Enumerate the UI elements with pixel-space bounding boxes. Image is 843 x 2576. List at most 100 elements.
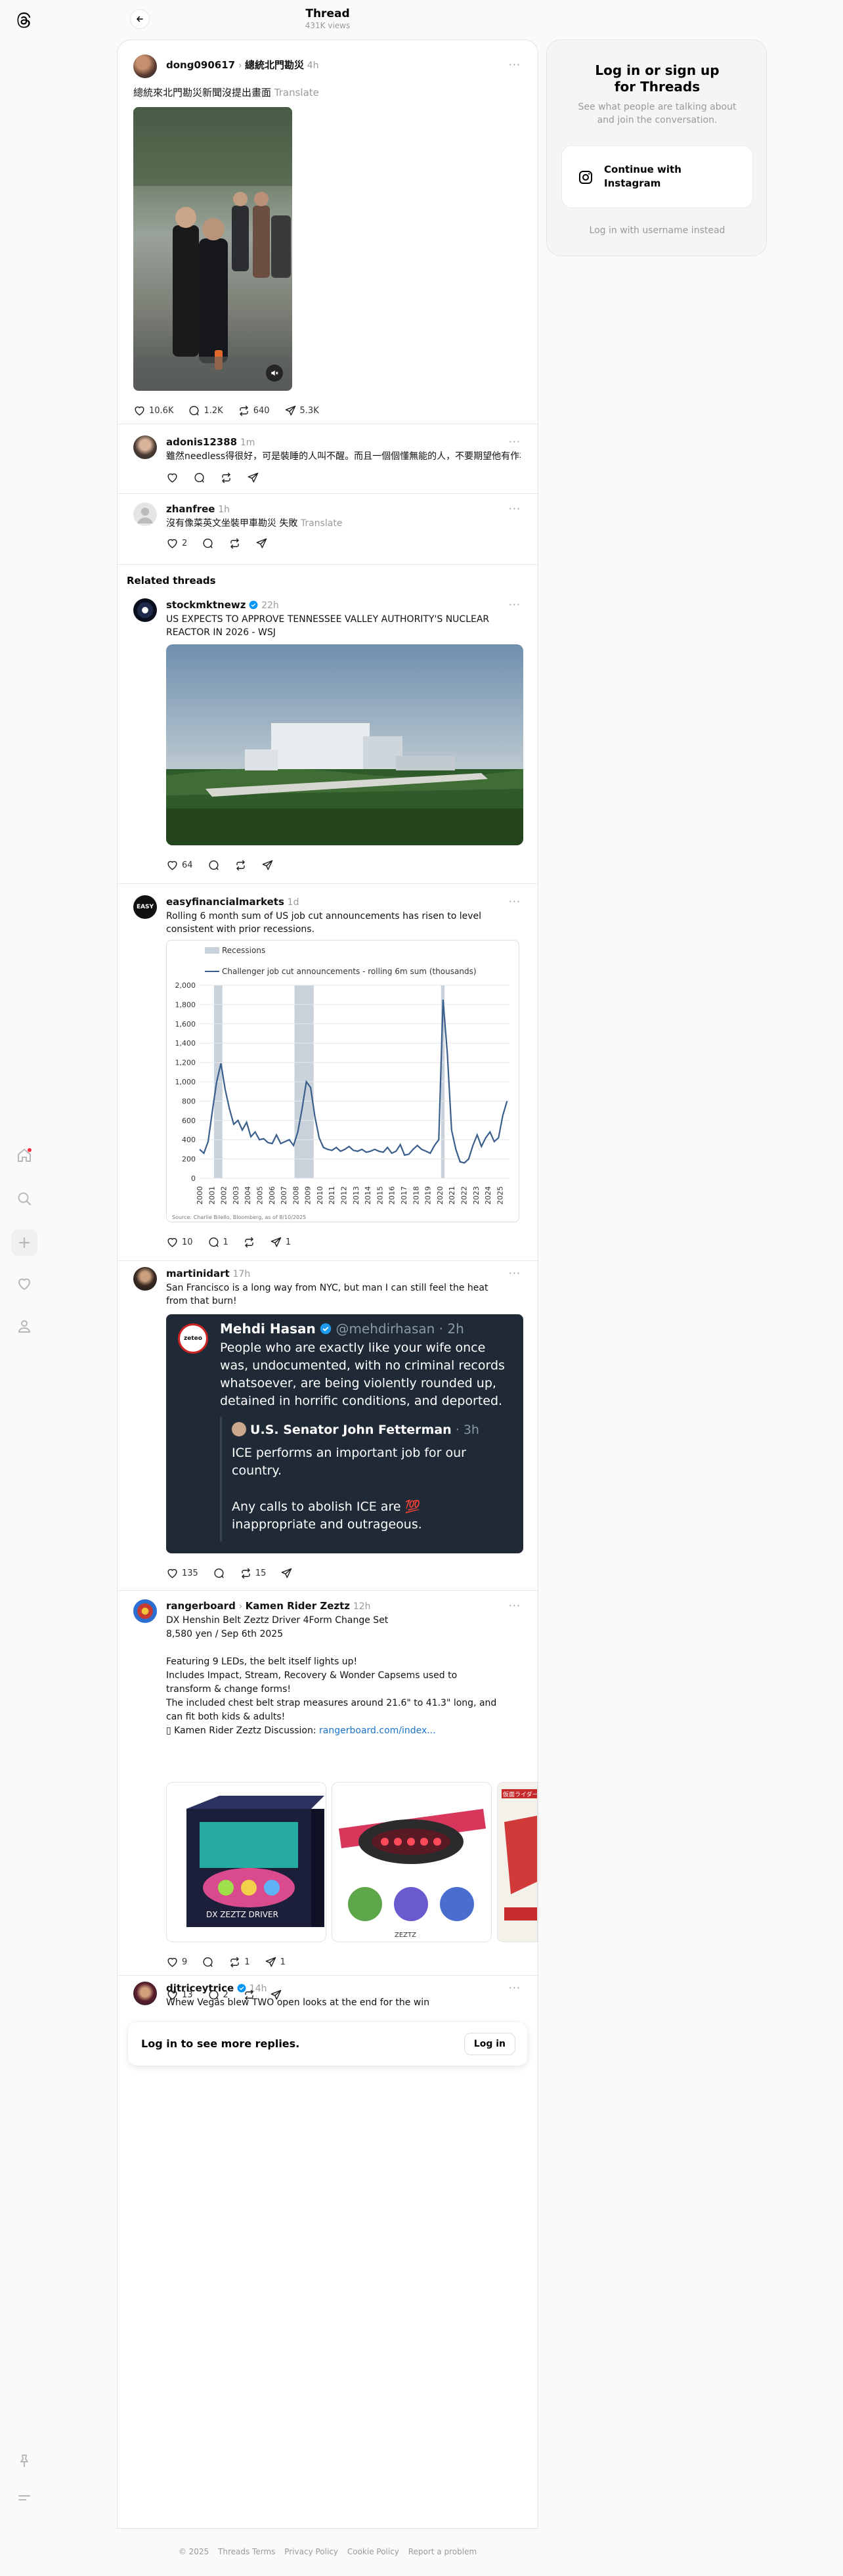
repost-button[interactable] (228, 537, 241, 550)
username[interactable]: stockmktnewz (166, 599, 246, 611)
threads-logo-icon[interactable] (13, 9, 35, 32)
post-text: DX Henshin Belt Zeztz Driver 4Form Chang… (166, 1615, 497, 1736)
topic-tag[interactable]: 總統北門勘災 (245, 59, 304, 71)
post-image[interactable] (166, 644, 523, 845)
comment-icon (209, 1989, 219, 2000)
avatar[interactable] (133, 1267, 157, 1291)
comment-icon (209, 1237, 219, 1247)
repost-button[interactable]: 640 (238, 405, 270, 417)
repost-button[interactable] (243, 1989, 255, 2001)
topic-tag[interactable]: Kamen Rider Zeztz (246, 1600, 350, 1612)
menu-icon[interactable] (13, 2487, 35, 2509)
more-options-icon[interactable]: ··· (509, 895, 521, 908)
repost-button[interactable] (243, 1236, 255, 1249)
continue-with-instagram-button[interactable]: Continue with Instagram (561, 145, 753, 208)
share-button[interactable]: 1 (270, 1236, 291, 1249)
reply-button[interactable] (213, 1567, 225, 1580)
reply-button[interactable] (207, 859, 220, 872)
post-video[interactable] (133, 107, 292, 391)
product-image[interactable]: DX ZEZTZ DRIVER (166, 1782, 326, 1942)
more-options-icon[interactable]: ··· (509, 598, 521, 611)
like-button[interactable]: 10 (166, 1236, 193, 1249)
product-image[interactable]: ZEZTZ (332, 1782, 492, 1942)
reply-button[interactable] (202, 1956, 214, 1968)
more-options-icon[interactable]: ··· (509, 58, 521, 71)
send-icon (282, 1568, 292, 1578)
heart-icon (167, 1237, 177, 1247)
mute-button[interactable] (266, 365, 283, 382)
footer-link-report[interactable]: Report a problem (408, 2547, 477, 2556)
username[interactable]: dong090617 (166, 59, 235, 71)
repost-icon (230, 1957, 240, 1967)
more-options-icon[interactable]: ··· (509, 435, 521, 448)
more-options-icon[interactable]: ··· (509, 1982, 521, 1994)
reply-button[interactable] (202, 537, 214, 550)
product-image[interactable]: 仮面ライダーゼッツ (497, 1782, 538, 1942)
more-options-icon[interactable]: ··· (509, 502, 521, 515)
username[interactable]: martinidart (166, 1268, 230, 1279)
username-login-link[interactable]: Log in with username instead (547, 225, 767, 236)
reply-button[interactable]: 1.2K (188, 405, 223, 417)
like-count: 13 (182, 1989, 193, 2000)
post-actions: 135 15 (166, 1565, 293, 1581)
translate-link[interactable]: Translate (274, 87, 319, 99)
embedded-tweet-image[interactable]: zeteo Mehdi Hasan @mehdirhasan · 2h Peop… (166, 1314, 523, 1553)
x-tick-label: 2002 (220, 1186, 228, 1205)
like-button[interactable]: 10.6K (133, 405, 173, 417)
share-button[interactable]: 5.3K (284, 405, 319, 417)
footer-link-terms[interactable]: Threads Terms (218, 2547, 275, 2556)
like-button[interactable]: 9 (166, 1956, 187, 1968)
home-icon[interactable] (13, 1144, 35, 1166)
share-button[interactable] (247, 472, 259, 484)
username[interactable]: adonis12388 (166, 436, 237, 448)
username[interactable]: zhanfree (166, 503, 215, 515)
like-button[interactable]: 64 (166, 859, 193, 872)
repost-button[interactable] (234, 859, 247, 872)
reply-button[interactable]: 2 (207, 1989, 228, 2001)
pin-icon[interactable] (13, 2450, 35, 2472)
share-button[interactable] (261, 859, 274, 872)
avatar[interactable] (133, 598, 157, 622)
login-button[interactable]: Log in (464, 2033, 515, 2055)
x-tick-label: 2012 (340, 1186, 349, 1205)
avatar[interactable] (133, 435, 157, 459)
activity-icon[interactable] (13, 1273, 35, 1295)
reply-button[interactable] (193, 472, 205, 484)
heart-icon (167, 860, 177, 870)
x-tick-label: 2015 (376, 1186, 384, 1205)
like-button[interactable]: 135 (166, 1567, 198, 1580)
share-button[interactable] (270, 1989, 282, 2001)
avatar[interactable] (133, 1982, 157, 2005)
share-button[interactable] (280, 1567, 293, 1580)
like-button[interactable]: 13 (166, 1989, 193, 2001)
y-tick-label: 1,000 (175, 1078, 196, 1086)
avatar[interactable]: EASY (133, 895, 157, 919)
send-icon (270, 1237, 282, 1247)
repost-button[interactable]: 1 (228, 1956, 250, 1968)
profile-icon[interactable] (13, 1315, 35, 1337)
like-button[interactable]: 2 (166, 537, 187, 550)
send-icon (256, 538, 267, 548)
repost-button[interactable]: 15 (240, 1567, 266, 1580)
search-icon[interactable] (13, 1188, 35, 1210)
create-icon[interactable] (11, 1230, 37, 1256)
like-button[interactable] (166, 472, 179, 484)
avatar[interactable] (133, 502, 157, 526)
discussion-link[interactable]: rangerboard.com/index... (319, 1725, 436, 1736)
avatar[interactable] (133, 1599, 157, 1623)
more-options-icon[interactable]: ··· (509, 1267, 521, 1279)
username[interactable]: rangerboard (166, 1600, 236, 1612)
footer-link-cookies[interactable]: Cookie Policy (347, 2547, 399, 2556)
share-button[interactable] (255, 537, 268, 550)
avatar[interactable] (133, 55, 157, 78)
translate-link[interactable]: Translate (301, 518, 343, 529)
reply-button[interactable]: 1 (207, 1236, 228, 1249)
footer-link-privacy[interactable]: Privacy Policy (284, 2547, 338, 2556)
username[interactable]: easyfinancialmarkets (166, 896, 284, 908)
more-options-icon[interactable]: ··· (509, 1599, 521, 1612)
repost-button[interactable] (220, 472, 232, 484)
chart-image[interactable]: 0 200 400 600 800 1,000 1,200 1,400 1,600 1,800 2,… (166, 940, 519, 1222)
x-tick-label: 2004 (244, 1186, 252, 1205)
post-actions: 10 1 1 (166, 1234, 291, 1250)
share-button[interactable]: 1 (265, 1956, 286, 1968)
